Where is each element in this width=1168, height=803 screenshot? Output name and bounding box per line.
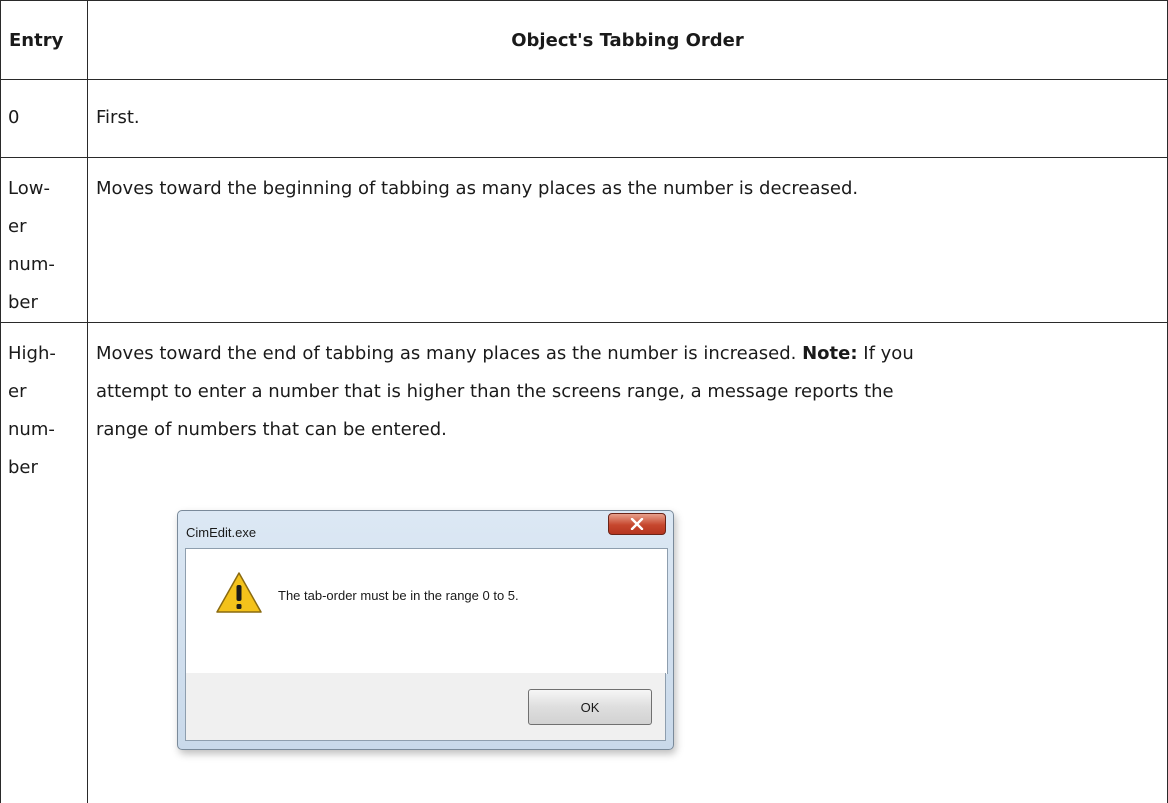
description-cell: Moves toward the beginning of tabbing as… [87, 157, 1168, 323]
message-dialog: CimEdit.exe The tab-order must be in the… [177, 510, 674, 750]
dialog-titlebar: CimEdit.exe [178, 511, 673, 547]
entry-text: ber [8, 457, 38, 478]
note-label: Note: [802, 343, 858, 364]
entry-text: num- [8, 419, 55, 440]
dialog-footer: OK [185, 673, 666, 741]
header-entry: Entry [0, 0, 88, 80]
entry-cell: Low- er num- ber [0, 157, 88, 323]
header-row: Entry Object's Tabbing Order [0, 0, 1168, 80]
entry-text: High- [8, 343, 56, 364]
table-row: 0 First. [0, 79, 1168, 158]
entry-text: Low- [8, 178, 50, 199]
dialog-message: The tab-order must be in the range 0 to … [278, 588, 519, 603]
description-text: First. [96, 107, 140, 128]
close-x-icon [630, 518, 644, 530]
entry-text: num- [8, 254, 55, 275]
entry-text: 0 [8, 107, 20, 128]
entry-text: ber [8, 292, 38, 313]
ok-button[interactable]: OK [528, 689, 652, 725]
warning-icon [216, 572, 262, 613]
description-text: Moves toward the end of tabbing as many … [96, 343, 797, 364]
entry-text: er [8, 216, 27, 237]
close-button[interactable] [608, 513, 666, 535]
entry-text: er [8, 381, 27, 402]
entry-cell: 0 [0, 79, 88, 158]
description-cell: First. [87, 79, 1168, 158]
table-row: Low- er num- ber Moves toward the beginn… [0, 157, 1168, 323]
description-text: Moves toward the beginning of tabbing as… [96, 178, 859, 199]
header-tabbing-order: Object's Tabbing Order [87, 0, 1168, 80]
description-line: range of numbers that can be entered. [96, 419, 447, 440]
note-text: If you [857, 343, 914, 364]
description-line: Moves toward the end of tabbing as many … [96, 335, 1159, 373]
description-line: attempt to enter a number that is higher… [96, 381, 894, 402]
entry-cell: High- er num- ber [0, 322, 88, 803]
dialog-title: CimEdit.exe [186, 525, 257, 540]
